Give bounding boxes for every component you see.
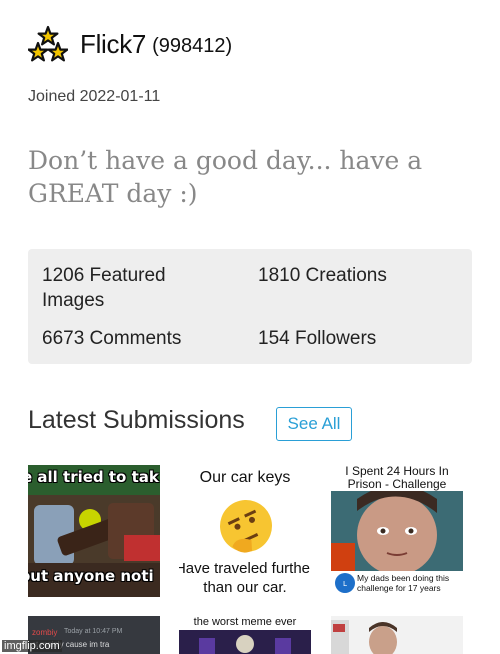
stat-comments[interactable]: 6673 Comments — [42, 326, 242, 351]
submission-thumbnail[interactable]: I Spent 24 Hours In Prison - Challenge L… — [331, 465, 463, 597]
avatar-icon: L — [335, 573, 355, 593]
face-photo — [331, 491, 463, 571]
stat-creations[interactable]: 1810 Creations — [258, 263, 458, 288]
see-all-button[interactable]: See All — [276, 407, 352, 441]
submission-thumbnail[interactable]: e all tried to tak out anyone noti — [28, 465, 160, 597]
stat-followers[interactable]: 154 Followers — [258, 326, 458, 351]
latest-submissions-title: Latest Submissions — [28, 406, 245, 434]
meme-bottom-text: Have traveled further than our car. — [179, 560, 311, 596]
meme-bottom-text: out anyone noti — [28, 567, 154, 585]
thumbnail-image — [331, 616, 463, 654]
video-caption-text: My dads been doing this challenge for 17… — [357, 573, 450, 593]
watermark: imgflip.com — [2, 640, 62, 652]
meme-top-text: the worst meme ever — [193, 616, 297, 628]
video-title-text: I Spent 24 Hours In Prison - Challenge — [345, 465, 449, 491]
profile-header: Flick7 (998412) — [28, 24, 232, 64]
user-points: (998412) — [152, 34, 233, 57]
submission-thumbnail[interactable]: Our car keys Have traveled further than … — [179, 465, 311, 597]
svg-text:L: L — [343, 580, 347, 588]
user-bio: Don’t have a good day... have a GREAT da… — [28, 146, 423, 208]
meme-top-text: Our car keys — [199, 469, 291, 486]
three-stars-icon — [28, 25, 68, 62]
meme-top-text: e all tried to tak — [28, 468, 159, 486]
joined-date: Joined 2022-01-11 — [28, 88, 161, 105]
username: Flick7 — [80, 28, 147, 59]
submission-thumbnail[interactable]: the worst meme ever — [179, 616, 311, 654]
thumbnail-image — [179, 630, 311, 654]
stats-panel: 1206 Featured Images 1810 Creations 6673… — [28, 249, 472, 364]
submission-thumbnail[interactable] — [331, 616, 463, 654]
thinking-emoji-icon — [220, 500, 272, 553]
stat-featured-images[interactable]: 1206 Featured Images — [42, 263, 232, 313]
chat-timestamp: Today at 10:47 PM — [64, 628, 123, 635]
chat-username: zombiy — [32, 628, 58, 637]
